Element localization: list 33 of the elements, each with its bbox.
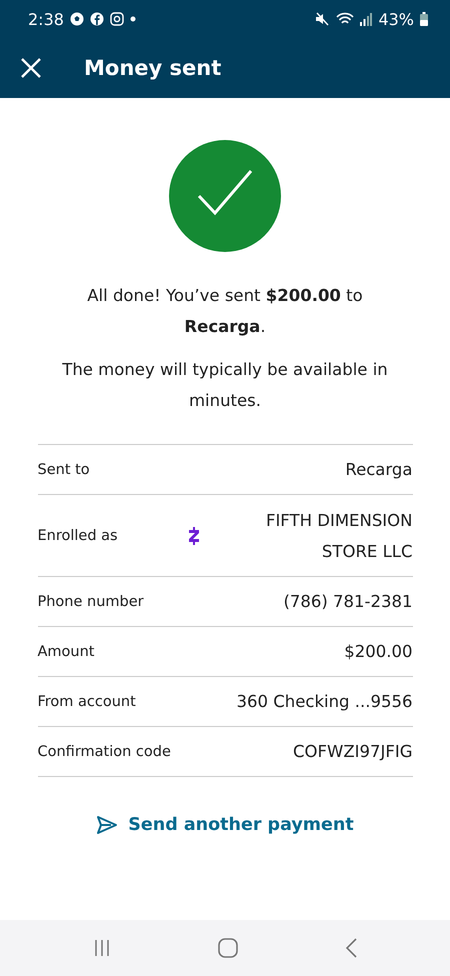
notification-dot-icon xyxy=(130,16,136,22)
screen-title: Money sent xyxy=(84,56,222,80)
signal-icon xyxy=(360,12,372,26)
detail-value: $200.00 xyxy=(343,641,412,663)
detail-label: Sent to xyxy=(38,462,91,478)
mute-icon xyxy=(315,12,330,26)
back-icon[interactable] xyxy=(344,938,357,958)
confirmation-message: All done! You’ve sent $200.00 to Recarga. xyxy=(86,285,364,338)
status-time: 2:38 xyxy=(28,10,64,28)
wifi-icon xyxy=(336,12,354,26)
send-icon xyxy=(96,815,118,835)
facebook-icon xyxy=(90,12,104,26)
checkmark-circle-icon xyxy=(169,140,281,252)
battery-icon xyxy=(420,12,428,26)
detail-label: Amount xyxy=(38,644,96,660)
detail-value: (786) 781-2381 xyxy=(282,591,412,613)
close-icon[interactable] xyxy=(20,57,42,79)
detail-value: COFWZI97JFIG xyxy=(292,741,412,763)
recent-apps-icon[interactable] xyxy=(93,939,112,957)
detail-value: 360 Checking ...9556 xyxy=(236,691,412,713)
detail-value: Recarga xyxy=(344,459,412,481)
send-another-payment-link[interactable]: Send another payment xyxy=(96,815,354,835)
instagram-icon xyxy=(110,12,124,26)
home-icon[interactable] xyxy=(218,938,238,958)
detail-label: Enrolled as xyxy=(38,528,119,544)
detail-value: FIFTH DIMENSION STORE LLC xyxy=(264,510,412,562)
detail-label: Confirmation code xyxy=(38,744,172,760)
soccer-ball-icon xyxy=(70,12,84,26)
detail-label: From account xyxy=(38,694,137,710)
availability-note: The money will typically be available in minutes. xyxy=(61,359,389,412)
detail-label: Phone number xyxy=(38,594,145,610)
battery-percent: 43% xyxy=(378,10,414,28)
zelle-z-icon xyxy=(188,526,200,544)
